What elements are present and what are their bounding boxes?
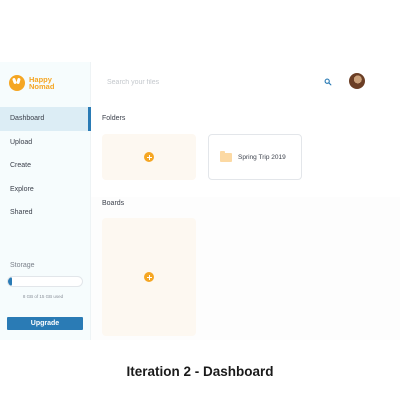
sidebar-item-explore[interactable]: Explore (0, 178, 91, 202)
brand-logo[interactable]: Happy Nomad (9, 75, 63, 91)
sidebar-item-label: Shared (10, 209, 33, 217)
top-bar (91, 62, 400, 102)
add-board-button[interactable] (102, 218, 196, 336)
sidebar-nav: Dashboard Upload Create Explore Shared (0, 107, 91, 225)
brand-name: Happy Nomad (29, 75, 55, 91)
sidebar-item-shared[interactable]: Shared (0, 201, 91, 225)
sidebar-item-label: Dashboard (10, 115, 45, 123)
search-input[interactable] (107, 76, 327, 88)
sidebar: Happy Nomad Dashboard Upload Create Expl… (0, 62, 91, 340)
folder-name: Spring Trip 2019 (238, 153, 286, 161)
storage-progress-fill (8, 277, 12, 286)
main-content: Folders Spring Trip 2019 Boards (91, 102, 400, 340)
sidebar-item-label: Explore (10, 185, 34, 193)
folder-icon (220, 150, 232, 162)
sidebar-item-label: Upload (10, 138, 33, 146)
folders-section-title: Folders (102, 115, 126, 122)
upgrade-button[interactable]: Upgrade (7, 317, 83, 330)
sidebar-item-upload[interactable]: Upload (0, 131, 91, 155)
search-icon[interactable] (324, 78, 332, 86)
sidebar-item-dashboard[interactable]: Dashboard (0, 107, 91, 131)
folder-card[interactable]: Spring Trip 2019 (208, 134, 302, 180)
sidebar-item-create[interactable]: Create (0, 154, 91, 178)
app-window: Happy Nomad Dashboard Upload Create Expl… (0, 62, 400, 340)
plus-icon (144, 152, 154, 162)
sidebar-item-label: Create (10, 162, 32, 170)
user-avatar[interactable] (349, 73, 365, 89)
add-folder-button[interactable] (102, 134, 196, 180)
boards-section-title: Boards (102, 200, 125, 207)
plus-icon (144, 272, 154, 282)
storage-usage-text: 8 GB of 15 GB used (22, 294, 64, 299)
storage-progress-bar (7, 276, 83, 287)
iteration-caption: Iteration 2 - Dashboard (126, 364, 274, 379)
logo-icon (9, 75, 25, 91)
storage-label: Storage (10, 262, 35, 269)
